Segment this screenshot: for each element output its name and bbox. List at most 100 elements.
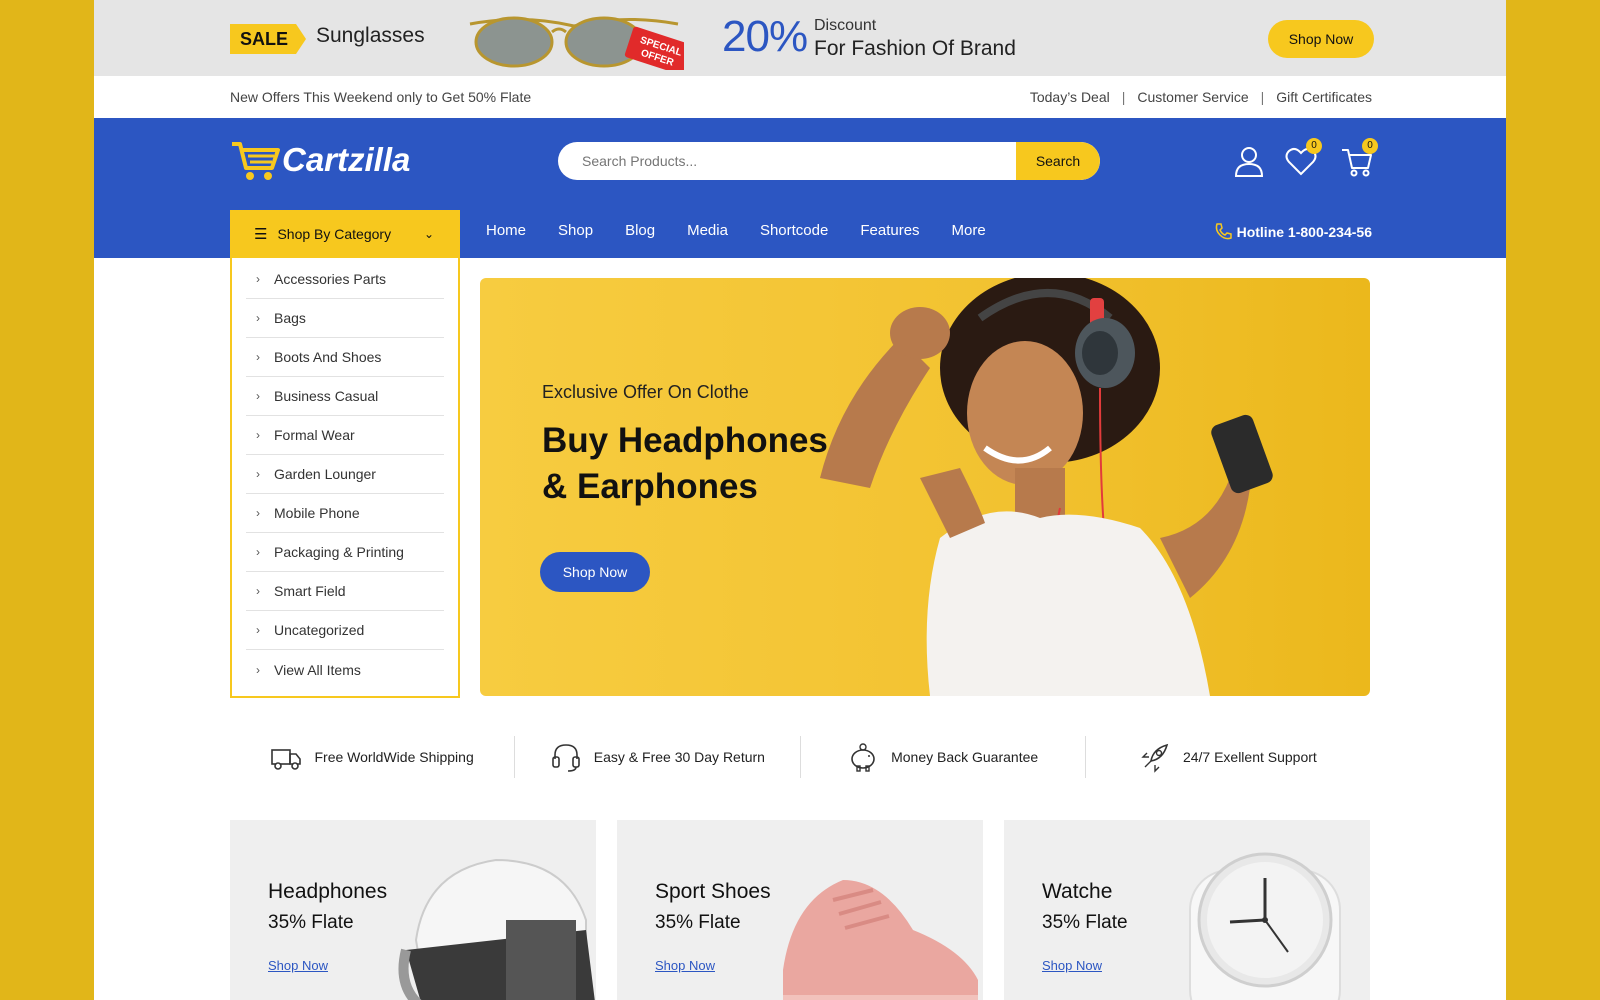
banner-subtitle: 35% Flate [268, 912, 354, 933]
category-item[interactable]: › Uncategorized [246, 611, 444, 650]
banner-title: Watche [1042, 880, 1113, 903]
search-input[interactable] [558, 142, 1014, 180]
chevron-right-icon: › [256, 506, 260, 520]
promo-bar: SALE Sunglasses SPECIAL OFFER 20% Discou… [94, 0, 1506, 76]
menu-icon: ☰ [254, 226, 268, 243]
page: SALE Sunglasses SPECIAL OFFER 20% Discou… [94, 0, 1506, 1000]
feature-text: Easy & Free 30 Day Return [593, 749, 765, 765]
category-label: View All Items [274, 661, 361, 678]
chevron-right-icon: › [256, 311, 260, 325]
hero-shop-now-button[interactable]: Shop Now [540, 552, 650, 592]
clock-image [1189, 852, 1341, 1000]
search-button[interactable]: Search [1016, 142, 1100, 180]
feature-return: Easy & Free 30 Day Return [515, 736, 801, 778]
feature-text: Money Back Guarantee [891, 749, 1039, 765]
category-item[interactable]: › Packaging & Printing [246, 533, 444, 572]
category-item[interactable]: › Garden Lounger [246, 455, 444, 494]
rocket-icon [1141, 743, 1169, 773]
pink-sneakers-image [783, 880, 978, 1000]
banner-headphones[interactable]: Headphones 35% Flate Shop Now [230, 820, 596, 1000]
promo-discount-label: Discount [814, 17, 877, 34]
customer-service-link[interactable]: Customer Service [1137, 89, 1248, 105]
feature-money-back: Money Back Guarantee [801, 736, 1086, 778]
link-separator: | [1260, 89, 1265, 105]
logo[interactable]: Cartzilla [230, 138, 410, 182]
chevron-down-icon: ⌄ [423, 227, 434, 241]
logo-text: Cartzilla [282, 141, 411, 178]
chevron-right-icon: › [256, 662, 260, 677]
banner-shop-now-link[interactable]: Shop Now [1042, 958, 1102, 973]
cart-logo-icon [232, 142, 280, 180]
nav-shortcode[interactable]: Shortcode [760, 222, 828, 239]
banner-shop-now-link[interactable]: Shop Now [655, 958, 715, 973]
nav-shop[interactable]: Shop [558, 222, 593, 239]
category-label: Bags [274, 310, 306, 326]
info-bar: New Offers This Weekend only to Get 50% … [94, 76, 1506, 118]
hero-subtitle: Exclusive Offer On Clothe [542, 382, 749, 402]
category-label: Garden Lounger [274, 466, 376, 482]
category-label: Boots And Shoes [274, 349, 382, 365]
cart-count-badge: 0 [1362, 138, 1378, 154]
sunglasses-image: SPECIAL OFFER [469, 16, 684, 70]
nav-features[interactable]: Features [860, 222, 919, 239]
category-item[interactable]: › Formal Wear [246, 416, 444, 455]
search-bar: Search [558, 142, 1100, 180]
main-nav: Home Shop Blog Media Shortcode Features … [486, 222, 1018, 239]
wishlist-icon[interactable]: 0 [1284, 138, 1322, 178]
shop-by-category-button[interactable]: ☰ Shop By Category ⌄ [230, 210, 460, 258]
hero-title: Buy Headphones & Earphones [542, 421, 828, 506]
chevron-right-icon: › [256, 272, 260, 286]
gift-certificates-link[interactable]: Gift Certificates [1276, 89, 1372, 105]
feature-shipping: Free WorldWide Shipping [230, 736, 516, 778]
nav-home[interactable]: Home [486, 222, 526, 239]
header: Cartzilla Search 0 0 [94, 118, 1506, 258]
todays-deal-link[interactable]: Today’s Deal [1030, 89, 1110, 105]
woman-with-headphones-image [820, 278, 1273, 696]
hotline[interactable]: Hotline 1-800-234-56 [1213, 222, 1372, 242]
category-label: Accessories Parts [274, 271, 387, 287]
cart-icon[interactable]: 0 [1340, 138, 1378, 178]
headset-icon [551, 744, 580, 772]
chevron-right-icon: › [256, 545, 260, 559]
vr-headset-image [398, 858, 595, 1000]
promo-percent: 20% [722, 12, 808, 61]
account-icon[interactable] [1232, 144, 1266, 178]
banner-watche[interactable]: Watche 35% Flate Shop Now [1004, 820, 1370, 1000]
promo-shop-now-button[interactable]: Shop Now [1268, 20, 1374, 58]
category-item[interactable]: › Bags [246, 299, 444, 338]
category-item[interactable]: › Accessories Parts [246, 260, 444, 299]
banner-title: Sport Shoes [655, 880, 771, 903]
truck-icon [271, 749, 302, 770]
chevron-right-icon: › [256, 389, 260, 403]
sale-tag: SALE [230, 24, 306, 54]
category-label: Smart Field [274, 583, 346, 599]
category-item[interactable]: › Boots And Shoes [246, 338, 444, 377]
chevron-right-icon: › [256, 623, 260, 637]
nav-media[interactable]: Media [687, 222, 728, 239]
banner-shop-now-link[interactable]: Shop Now [268, 958, 328, 973]
nav-blog[interactable]: Blog [625, 222, 655, 239]
category-item[interactable]: › Smart Field [246, 572, 444, 611]
chevron-right-icon: › [256, 428, 260, 442]
banner-sport-shoes[interactable]: Sport Shoes 35% Flate Shop Now [617, 820, 983, 1000]
category-list: › Accessories Parts › Bags › Boots And Shoe… [230, 258, 460, 698]
nav-more[interactable]: More [952, 222, 986, 239]
feature-support: 24/7 Exellent Support [1086, 736, 1370, 778]
promo-discount-text: For Fashion Of Brand [814, 37, 1016, 60]
category-label: Uncategorized [274, 622, 365, 638]
offer-text: New Offers This Weekend only to Get 50% … [230, 89, 532, 105]
chevron-right-icon: › [256, 350, 260, 364]
category-label: Formal Wear [274, 427, 355, 443]
category-label: Shop By Category [277, 226, 392, 242]
category-item[interactable]: › Business Casual [246, 377, 444, 416]
piggy-bank-icon [851, 743, 875, 772]
category-item[interactable]: › Mobile Phone [246, 494, 444, 533]
hero-banner: Exclusive Offer On Clothe Buy Headphones… [480, 278, 1370, 696]
category-label: Packaging & Printing [274, 544, 404, 560]
promo-product: Sunglasses [316, 24, 425, 47]
banner-subtitle: 35% Flate [1042, 912, 1128, 933]
view-all-items-link[interactable]: › View All Items [246, 650, 444, 689]
chevron-right-icon: › [256, 584, 260, 598]
banner-title: Headphones [268, 880, 388, 903]
phone-icon [1215, 223, 1232, 240]
